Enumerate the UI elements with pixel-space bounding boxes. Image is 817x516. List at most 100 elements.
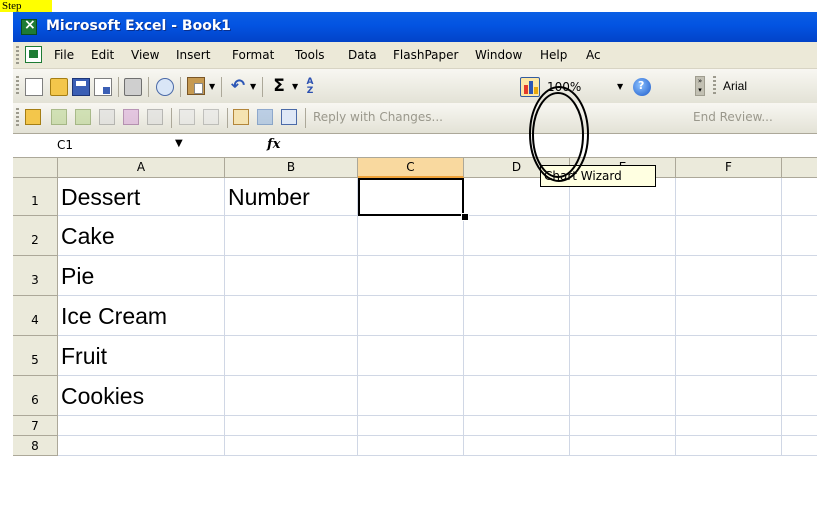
cell[interactable] — [464, 296, 570, 336]
cell[interactable] — [225, 256, 358, 296]
reply-with-changes-button[interactable]: Reply with Changes... — [313, 110, 443, 124]
row-header-1[interactable]: 1 — [13, 178, 58, 216]
cell[interactable] — [358, 416, 464, 436]
accept-change-icon[interactable] — [281, 109, 297, 125]
cell[interactable] — [358, 256, 464, 296]
toolbar-options-icon[interactable]: » ▾ — [695, 76, 705, 96]
cell[interactable] — [782, 436, 817, 456]
name-box-dropdown-icon[interactable]: ▼ — [175, 138, 183, 149]
row-header-6[interactable]: 6 — [13, 376, 58, 416]
sort-ascending-icon[interactable]: AZ — [304, 78, 316, 96]
print-icon[interactable] — [124, 78, 142, 96]
workbook-icon[interactable] — [25, 46, 42, 63]
menu-window[interactable]: Window — [475, 48, 522, 62]
ink-annotations-icon[interactable] — [203, 109, 219, 125]
cell[interactable] — [464, 216, 570, 256]
menu-view[interactable]: View — [131, 48, 159, 62]
column-header-f[interactable]: F — [676, 158, 782, 178]
cell[interactable] — [358, 296, 464, 336]
menu-insert[interactable]: Insert — [176, 48, 210, 62]
menu-edit[interactable]: Edit — [91, 48, 114, 62]
toolbar-grip-icon[interactable] — [713, 76, 716, 94]
zoom-dropdown-icon[interactable]: ▼ — [617, 82, 623, 91]
column-header-a[interactable]: A — [58, 158, 225, 178]
cell[interactable] — [570, 216, 676, 256]
end-review-button[interactable]: End Review... — [693, 110, 773, 124]
show-comments-icon[interactable] — [147, 109, 163, 125]
cell[interactable] — [464, 376, 570, 416]
excel-app-icon[interactable] — [21, 17, 37, 35]
cell[interactable] — [782, 178, 817, 216]
column-header-b[interactable]: B — [225, 158, 358, 178]
cell[interactable] — [570, 256, 676, 296]
insert-function-icon[interactable]: fx — [267, 137, 280, 152]
cell[interactable]: Cake — [58, 216, 225, 256]
cell[interactable] — [225, 416, 358, 436]
cell[interactable] — [676, 216, 782, 256]
menu-help[interactable]: Help — [540, 48, 567, 62]
row-header-7[interactable]: 7 — [13, 416, 58, 436]
undo-dropdown-icon[interactable]: ▼ — [250, 82, 256, 91]
cell[interactable] — [782, 256, 817, 296]
open-icon[interactable] — [50, 78, 68, 96]
menu-flashpaper[interactable]: FlashPaper — [393, 48, 458, 62]
font-name-box[interactable]: Arial — [723, 79, 747, 93]
autosum-icon[interactable]: Σ — [270, 77, 288, 95]
cell[interactable] — [676, 178, 782, 216]
cell[interactable] — [58, 436, 225, 456]
toolbar-grip-icon[interactable] — [16, 46, 19, 64]
reply-icon[interactable] — [51, 109, 67, 125]
cell[interactable] — [570, 336, 676, 376]
reply-all-icon[interactable] — [75, 109, 91, 125]
fill-handle[interactable] — [461, 213, 469, 221]
cell[interactable]: Fruit — [58, 336, 225, 376]
cell[interactable]: Dessert — [58, 178, 225, 216]
new-icon[interactable] — [25, 78, 43, 96]
column-header-g[interactable] — [782, 158, 817, 178]
cell[interactable] — [570, 296, 676, 336]
track-changes-icon[interactable] — [123, 109, 139, 125]
cell[interactable] — [464, 336, 570, 376]
row-header-4[interactable]: 4 — [13, 296, 58, 336]
cell[interactable] — [225, 436, 358, 456]
cell[interactable] — [782, 296, 817, 336]
cell[interactable] — [782, 216, 817, 256]
autosum-dropdown-icon[interactable]: ▼ — [292, 82, 298, 91]
cell[interactable]: Ice Cream — [58, 296, 225, 336]
cell[interactable] — [570, 376, 676, 416]
row-header-2[interactable]: 2 — [13, 216, 58, 256]
menu-format[interactable]: Format — [232, 48, 274, 62]
save-icon[interactable] — [72, 78, 90, 96]
menu-add-ins[interactable]: Ac — [586, 48, 601, 62]
cell[interactable] — [358, 216, 464, 256]
reviewing-pane-icon[interactable] — [233, 109, 249, 125]
name-box[interactable]: C1 ▼ — [13, 135, 191, 156]
cell[interactable] — [225, 216, 358, 256]
cell[interactable] — [676, 376, 782, 416]
cell[interactable]: Pie — [58, 256, 225, 296]
undo-icon[interactable]: ↶ — [229, 77, 247, 95]
help-icon[interactable] — [633, 78, 651, 96]
cell[interactable] — [782, 336, 817, 376]
cell[interactable] — [464, 256, 570, 296]
cell[interactable] — [225, 376, 358, 416]
menu-data[interactable]: Data — [348, 48, 377, 62]
row-header-3[interactable]: 3 — [13, 256, 58, 296]
paste-icon[interactable] — [187, 77, 205, 95]
column-header-c[interactable]: C — [358, 158, 464, 178]
cell[interactable] — [358, 336, 464, 376]
menu-tools[interactable]: Tools — [295, 48, 325, 62]
paste-dropdown-icon[interactable]: ▼ — [209, 82, 215, 91]
select-all-button[interactable] — [13, 158, 58, 178]
toolbar-grip-icon[interactable] — [16, 108, 19, 126]
cell[interactable] — [464, 416, 570, 436]
cell[interactable] — [676, 336, 782, 376]
row-header-8[interactable]: 8 — [13, 436, 58, 456]
row-header-5[interactable]: 5 — [13, 336, 58, 376]
cell[interactable] — [676, 436, 782, 456]
cell[interactable] — [570, 436, 676, 456]
toolbar-grip-icon[interactable] — [16, 76, 19, 94]
send-to-mail-icon[interactable] — [25, 109, 41, 125]
cell[interactable] — [570, 416, 676, 436]
cell[interactable]: Cookies — [58, 376, 225, 416]
